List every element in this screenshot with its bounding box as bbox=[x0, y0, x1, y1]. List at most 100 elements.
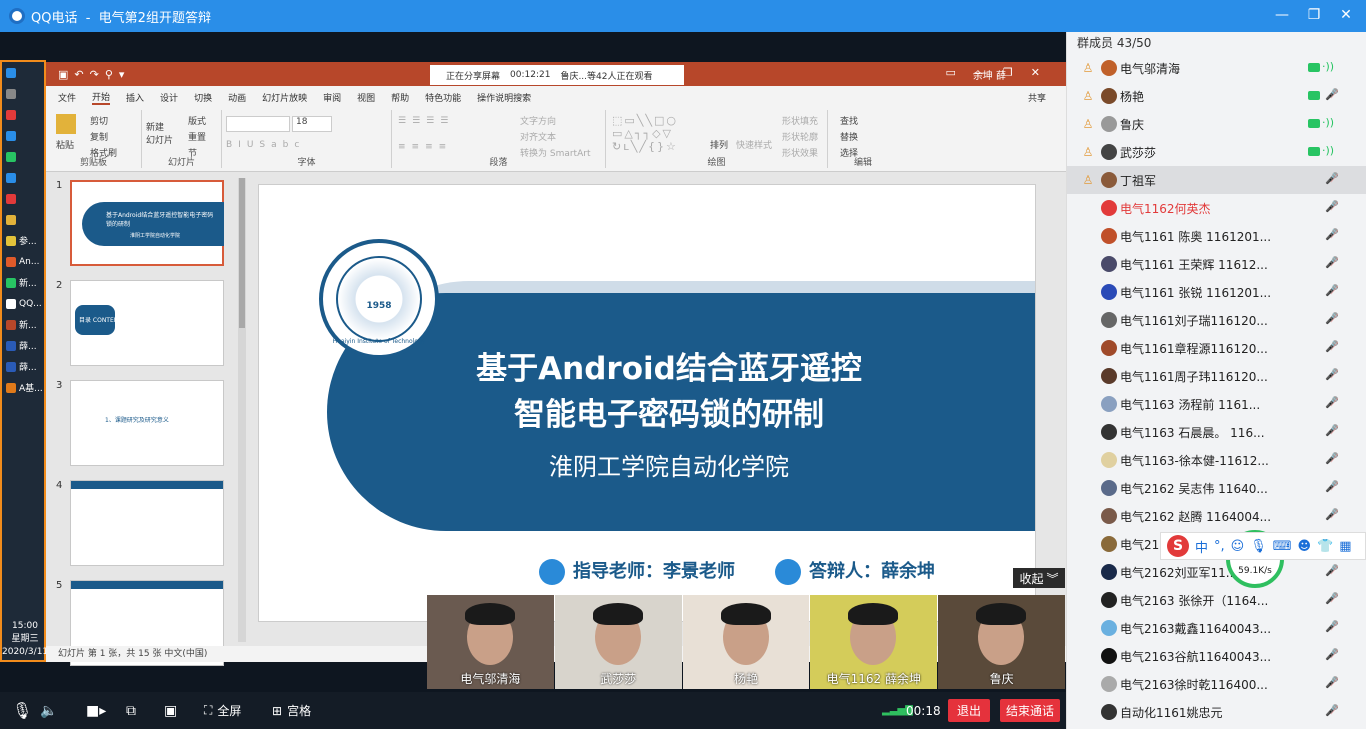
member-row[interactable]: 电气1163 汤程前 1161... 🎤̸ bbox=[1067, 390, 1366, 418]
arrange-button[interactable]: 排列 bbox=[710, 138, 728, 151]
font-size-select[interactable]: 18 bbox=[292, 116, 332, 132]
taskbar-item[interactable] bbox=[2, 146, 44, 167]
member-row[interactable]: 电气1162何英杰 🎤̸ bbox=[1067, 194, 1366, 222]
member-row[interactable]: ♙ 武莎莎 ·)) bbox=[1067, 138, 1366, 166]
video-tile[interactable]: 电气邬清海 bbox=[427, 595, 554, 689]
taskbar-item[interactable] bbox=[2, 167, 44, 188]
member-row[interactable]: 电气1163 石晨晨。 116... 🎤̸ bbox=[1067, 418, 1366, 446]
ribbon-tab[interactable]: 设计 bbox=[160, 91, 178, 104]
member-row[interactable]: 电气1161 张锐 1161201... 🎤̸ bbox=[1067, 278, 1366, 306]
slide-thumbnail[interactable] bbox=[70, 480, 224, 566]
ribbon-tab[interactable]: 操作说明搜索 bbox=[477, 91, 531, 104]
taskbar-item[interactable]: 薛... bbox=[2, 335, 44, 356]
member-row[interactable]: 电气1161 王荣辉 11612... 🎤̸ bbox=[1067, 250, 1366, 278]
video-tile[interactable]: 电气1162 薛余坤 bbox=[810, 595, 938, 689]
paste-icon[interactable] bbox=[56, 114, 76, 134]
slide-thumbnail[interactable]: 目录 CONTENTS bbox=[70, 280, 224, 366]
ribbon-tab[interactable]: 审阅 bbox=[323, 91, 341, 104]
member-row[interactable]: ♙ 丁祖军 🎤̸ bbox=[1067, 166, 1366, 194]
whiteboard-icon[interactable]: ▣ bbox=[164, 692, 177, 729]
ribbon-tab[interactable]: 特色功能 bbox=[425, 91, 461, 104]
member-row[interactable]: 电气1163-徐本健-11612... 🎤̸ bbox=[1067, 446, 1366, 474]
camera-icon[interactable]: ■▸ bbox=[86, 692, 106, 729]
taskbar-item[interactable] bbox=[2, 188, 44, 209]
skin-icon[interactable]: 👕 bbox=[1317, 539, 1333, 554]
member-row[interactable]: 电气2162 吴志伟 11640... 🎤̸ bbox=[1067, 474, 1366, 502]
taskbar-item[interactable]: An... bbox=[2, 251, 44, 272]
fullscreen-button[interactable]: ⛶ 全屏 bbox=[204, 692, 241, 729]
ribbon-tab[interactable]: 文件 bbox=[58, 91, 76, 104]
ribbon-tab[interactable]: 插入 bbox=[126, 91, 144, 104]
ime-toolbar[interactable]: S 中 °, ☺ 🎙 ⌨ ☻ 👕 ▦ bbox=[1160, 532, 1366, 560]
keyboard-icon[interactable]: ⌨ bbox=[1273, 539, 1292, 554]
grid-button[interactable]: ⊞ 宫格 bbox=[272, 692, 311, 729]
shape-outline-button[interactable]: 形状轮廓 bbox=[782, 130, 818, 143]
ribbon-tab[interactable]: 开始 bbox=[92, 90, 111, 105]
scroll-thumb[interactable] bbox=[239, 178, 245, 328]
ime-language[interactable]: 中 bbox=[1195, 537, 1208, 556]
video-tile[interactable]: 武莎莎 bbox=[554, 595, 682, 689]
replace-button[interactable]: 替换 bbox=[840, 130, 858, 143]
minimize-icon[interactable]: — bbox=[1270, 4, 1294, 26]
emoji-icon[interactable]: ☺ bbox=[1231, 539, 1245, 554]
voice-icon[interactable]: 🎙 bbox=[1250, 539, 1267, 554]
member-row[interactable]: ♙ 电气邬清海 ·)) bbox=[1067, 54, 1366, 82]
quick-styles-button[interactable]: 快速样式 bbox=[736, 138, 772, 151]
member-row[interactable]: ♙ 杨艳 🎤̸ bbox=[1067, 82, 1366, 110]
ribbon-tab[interactable]: 动画 bbox=[228, 91, 246, 104]
video-tile[interactable]: 杨艳 bbox=[682, 595, 810, 689]
text-direction-button[interactable]: 文字方向 bbox=[520, 114, 556, 127]
taskbar-item[interactable]: 参... bbox=[2, 230, 44, 251]
font-name-select[interactable] bbox=[226, 116, 290, 132]
video-tile[interactable]: 鲁庆 bbox=[938, 595, 1065, 689]
list-buttons[interactable]: ☰☰☰☰ bbox=[398, 116, 454, 126]
shapes-gallery[interactable]: ⬚▭╲╲□○ ▭△┐┐◇▽ ↻ʟ╲╱{}☆ bbox=[612, 114, 678, 153]
layout-button[interactable]: 版式 bbox=[188, 114, 206, 127]
collapse-button[interactable]: 收起 ︾ bbox=[1013, 568, 1065, 588]
new-slide-button[interactable]: 新建 幻灯片 bbox=[146, 120, 176, 146]
user-icon[interactable]: ☻ bbox=[1298, 539, 1312, 554]
ribbon-tab[interactable]: 幻灯片放映 bbox=[262, 91, 307, 104]
reset-button[interactable]: 重置 bbox=[188, 130, 206, 143]
member-row[interactable]: 电气1161刘子瑞116120... 🎤̸ bbox=[1067, 306, 1366, 334]
speaker-icon[interactable]: 🔈 bbox=[40, 692, 57, 729]
align-buttons[interactable]: ≡≡≡≡ bbox=[398, 142, 452, 152]
member-row[interactable]: 电气1161周子玮116120... 🎤̸ bbox=[1067, 362, 1366, 390]
ppt-window-controls[interactable]: ▭—❐✕ bbox=[946, 66, 1058, 79]
taskbar-item[interactable]: 新... bbox=[2, 272, 44, 293]
close-icon[interactable]: ✕ bbox=[1334, 4, 1358, 26]
member-row[interactable]: 电气2163戴鑫11640043... 🎤̸ bbox=[1067, 614, 1366, 642]
taskbar-item[interactable]: 新... bbox=[2, 314, 44, 335]
quick-access-icons[interactable]: ▣↶↷⚲▾ bbox=[58, 68, 130, 81]
member-row[interactable]: 电气2163谷航11640043... 🎤̸ bbox=[1067, 642, 1366, 670]
member-row[interactable]: 电气1161 陈奥 1161201... 🎤̸ bbox=[1067, 222, 1366, 250]
ribbon-tab[interactable]: 视图 bbox=[357, 91, 375, 104]
find-button[interactable]: 查找 bbox=[840, 114, 858, 127]
share-button[interactable]: 共享 bbox=[1028, 91, 1046, 104]
copy-button[interactable]: 复制 bbox=[90, 130, 108, 143]
taskbar-item[interactable]: A基... bbox=[2, 377, 44, 398]
taskbar-item[interactable] bbox=[2, 83, 44, 104]
cut-button[interactable]: 剪切 bbox=[90, 114, 108, 127]
screen-share-icon[interactable]: ⧉ bbox=[126, 692, 136, 729]
taskbar-item[interactable] bbox=[2, 62, 44, 83]
taskbar-item[interactable]: QQ... bbox=[2, 293, 44, 314]
restore-icon[interactable]: ❐ bbox=[1302, 4, 1326, 26]
shape-fill-button[interactable]: 形状填充 bbox=[782, 114, 818, 127]
taskbar-item[interactable] bbox=[2, 104, 44, 125]
paste-button[interactable]: 粘贴 bbox=[56, 138, 74, 151]
toolbox-icon[interactable]: ▦ bbox=[1339, 539, 1351, 554]
member-row[interactable]: 电气2162 赵腾 1164004... 🎤̸ bbox=[1067, 502, 1366, 530]
slide-thumbnail[interactable]: 基于Android结合蓝牙遥控智能电子密码锁的研制 淮阴工学院自动化学院 bbox=[70, 180, 224, 266]
taskbar-item[interactable] bbox=[2, 209, 44, 230]
end-call-button[interactable]: 结束通话 bbox=[1000, 699, 1061, 722]
ribbon-tab[interactable]: 切换 bbox=[194, 91, 212, 104]
member-row[interactable]: 电气1161章程源116120... 🎤̸ bbox=[1067, 334, 1366, 362]
slide-thumbnail[interactable]: 1、课题研究及研究意义 bbox=[70, 380, 224, 466]
member-row[interactable]: 电气2162刘亚军11... 🎤̸ bbox=[1067, 558, 1366, 586]
thumbnail-scrollbar[interactable] bbox=[238, 178, 246, 642]
member-row[interactable]: 电气2163徐时乾116400... 🎤̸ bbox=[1067, 670, 1366, 698]
member-row[interactable]: ♙ 鲁庆 ·)) bbox=[1067, 110, 1366, 138]
member-row[interactable]: 自动化1161姚忠元 🎤̸ bbox=[1067, 698, 1366, 726]
taskbar-item[interactable] bbox=[2, 125, 44, 146]
